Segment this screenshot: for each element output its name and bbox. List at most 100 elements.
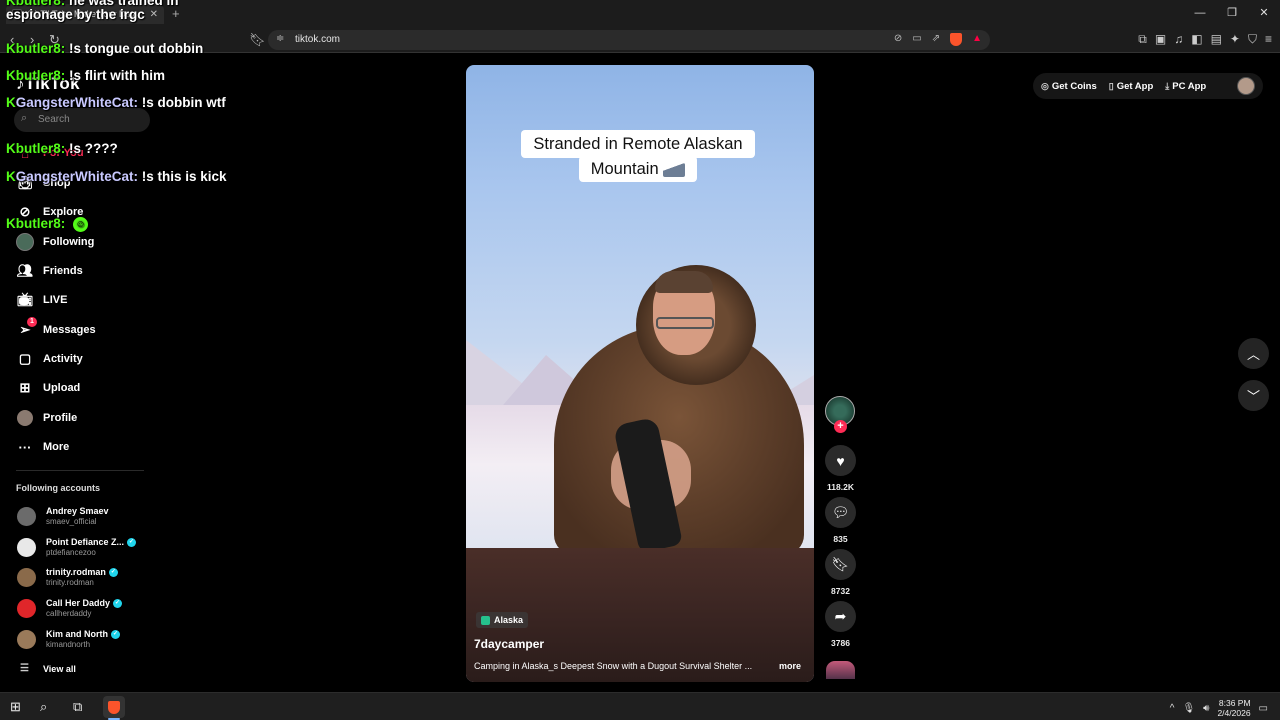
avatar	[17, 537, 36, 557]
kick-logo-icon: K	[6, 141, 16, 156]
video-description: Camping in Alaska_s Deepest Snow with a …	[474, 661, 753, 671]
nav-profile[interactable]: Profile	[16, 407, 77, 429]
caption-line: Mountain	[578, 156, 698, 182]
maximize-icon[interactable]: ❐	[1216, 0, 1248, 27]
location-pin-icon	[481, 615, 490, 625]
cast-icon[interactable]: ▭	[912, 33, 921, 46]
chevron-up-icon: ︿	[1246, 347, 1260, 362]
windows-taskbar: ⊞ ⌕ ⧉ ^ 🎙︎ 🔊︎ 8:36 PM 2/4/2026 ▭	[0, 692, 1280, 720]
browser-tab-bar: ♪ (1) TikTok - Make Your Day ✕ + — ❐ ✕	[0, 0, 1280, 27]
activity-icon: ▢	[18, 351, 32, 366]
nav-live[interactable]: 📺︎ LIVE	[16, 289, 68, 311]
next-video-button[interactable]: ﹀	[1238, 380, 1269, 411]
music-disc-icon[interactable]	[826, 661, 855, 679]
tiktok-logo[interactable]: ♪TikTok	[16, 74, 80, 94]
following-account[interactable]: Point Defiance Z... ✓ ptdefiancezoo	[17, 534, 137, 560]
no-camera-icon[interactable]: ⊘	[894, 33, 902, 46]
get-coins-button[interactable]: ◎ Get Coins	[1041, 81, 1097, 92]
nav-more[interactable]: ··· More	[16, 436, 70, 458]
live-icon: 📺︎	[16, 292, 34, 307]
following-account[interactable]: Andrey Smaev smaev_official	[17, 503, 109, 529]
pc-app-button[interactable]: ⤓ PC App	[1165, 81, 1206, 92]
clock[interactable]: 8:36 PM 2/4/2026	[1217, 698, 1250, 718]
system-tray: ^ 🎙︎ 🔊︎ 8:36 PM 2/4/2026 ▭	[1170, 698, 1268, 718]
sidebar-icon[interactable]: ◧	[1191, 32, 1202, 47]
verified-icon: ✓	[108, 567, 118, 577]
share-arrow-icon: ➦	[834, 608, 847, 624]
reload-icon[interactable]: ↻	[49, 32, 60, 48]
nav-activity[interactable]: ▢ Activity	[16, 348, 83, 370]
like-button[interactable]: ♥	[825, 445, 856, 476]
nav-following[interactable]: Following	[16, 231, 94, 253]
follow-plus-icon[interactable]: +	[834, 420, 847, 433]
like-count: 118.2K	[827, 482, 854, 492]
browser-toolbar: ‹ › ↻ 🔖︎ ≑ tiktok.com ⊘ ▭ ⇗ ▲ ⧉ ▣ ♫ ◧ ▤ …	[0, 27, 1280, 53]
nav-upload[interactable]: ⊞ Upload	[16, 377, 81, 399]
bookmark-icon[interactable]: 🔖︎	[249, 32, 266, 48]
chevron-up-icon[interactable]: ^	[1170, 703, 1175, 714]
url-text: tiktok.com	[295, 34, 341, 45]
profile-avatar	[17, 410, 33, 426]
microphone-icon[interactable]: 🎙︎	[1182, 703, 1195, 714]
forward-icon[interactable]: ›	[30, 32, 34, 47]
search-icon: ⌕	[21, 112, 28, 124]
close-window-icon[interactable]: ✕	[1248, 0, 1280, 27]
chat-text: !s this is kick	[141, 169, 227, 184]
following-accounts-title: Following accounts	[16, 483, 101, 493]
media-icon[interactable]: ♫	[1174, 32, 1183, 47]
get-app-button[interactable]: ▯ Get App	[1109, 81, 1154, 92]
vpn-icon[interactable]: ⛉	[1248, 32, 1257, 47]
comment-button[interactable]: 💬︎	[825, 497, 856, 528]
nav-for-you[interactable]: ⌂ For You	[16, 142, 83, 164]
video-author[interactable]: 7daycamper	[474, 637, 544, 651]
back-icon[interactable]: ‹	[10, 32, 14, 47]
extensions-icon[interactable]: ⧉	[1138, 32, 1147, 47]
location-tag[interactable]: Alaska	[476, 612, 529, 628]
leo-ai-icon[interactable]: ✦	[1230, 32, 1240, 47]
nav-explore[interactable]: ⊘ Explore	[16, 201, 84, 223]
brave-rewards-icon[interactable]: ▲	[972, 33, 982, 46]
avatar	[17, 598, 36, 618]
notification-icon[interactable]: ▭	[1259, 703, 1268, 714]
wallet-icon[interactable]: ▤	[1211, 32, 1222, 47]
nav-friends[interactable]: 👥︎ Friends	[16, 260, 83, 282]
save-button[interactable]: 🔖︎	[825, 549, 856, 580]
window-controls: — ❐ ✕	[1184, 0, 1280, 27]
download-icon: ⤓	[1165, 80, 1170, 91]
more-button[interactable]: more	[779, 661, 801, 671]
tab-close-icon[interactable]: ✕	[150, 9, 158, 20]
browser-tab[interactable]: ♪ (1) TikTok - Make Your Day ✕	[6, 4, 164, 24]
brave-taskbar-button[interactable]	[103, 696, 125, 718]
following-avatar	[16, 233, 34, 251]
following-account[interactable]: trinity.rodman ✓ trinity.rodman	[17, 564, 118, 590]
task-view-icon[interactable]: ⧉	[73, 699, 82, 715]
comment-icon: 💬︎	[831, 504, 850, 520]
address-bar[interactable]: ≑ tiktok.com ⊘ ▭ ⇗ ▲	[268, 30, 990, 50]
new-tab-icon[interactable]: +	[172, 6, 180, 21]
following-account[interactable]: Kim and North ✓ kimandnorth	[17, 626, 120, 652]
windows-start-icon[interactable]: ⊞	[10, 699, 21, 715]
site-settings-icon[interactable]: ≑	[276, 33, 284, 44]
coin-icon: ◎	[1041, 80, 1049, 91]
video-player[interactable]: Stranded in Remote Alaskan Mountain Alas…	[466, 65, 814, 682]
volume-icon[interactable]: 🔊︎	[1203, 703, 1209, 714]
user-avatar[interactable]	[1237, 77, 1255, 95]
share-icon[interactable]: ⇗	[932, 33, 940, 46]
share-button[interactable]: ➦	[825, 601, 856, 632]
search-icon[interactable]: ⌕	[40, 699, 47, 715]
nav-messages[interactable]: ➢ 1 Messages	[16, 317, 96, 341]
avatar	[17, 629, 36, 649]
menu-icon[interactable]: ≡	[1265, 32, 1272, 47]
previous-video-button[interactable]: ︿	[1238, 338, 1269, 369]
tiktok-logo-icon: ♪	[16, 74, 25, 93]
brave-icon	[108, 700, 120, 714]
following-account[interactable]: Call Her Daddy ✓ callherdaddy	[17, 595, 123, 621]
search-input[interactable]: ⌕ Search	[14, 108, 150, 132]
view-all-link[interactable]: ☰ View all	[20, 663, 76, 674]
heart-icon: ♥	[836, 452, 845, 469]
kick-logo-icon: K	[6, 169, 16, 184]
nav-shop[interactable]: 👜︎ Shop	[16, 172, 71, 194]
tab-search-icon[interactable]: ▣	[1155, 32, 1166, 47]
minimize-icon[interactable]: —	[1184, 0, 1216, 27]
brave-shield-icon[interactable]	[950, 33, 963, 46]
